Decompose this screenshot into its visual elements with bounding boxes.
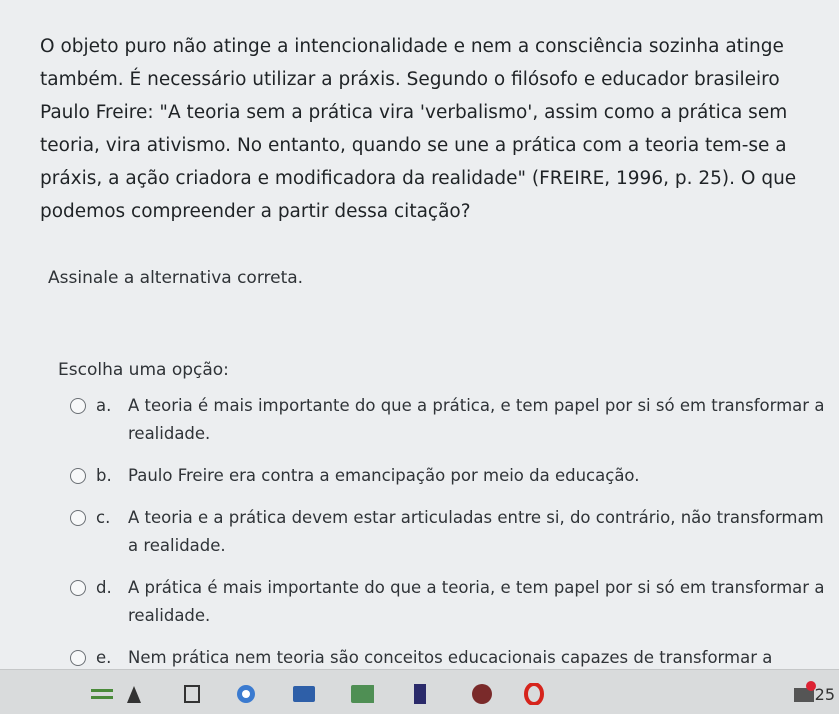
option-c-letter: c. [96,508,111,527]
option-c[interactable]: c. A teoria e a prática devem estar arti… [70,504,830,560]
radio-b[interactable] [70,468,86,484]
option-d-letter: d. [96,578,112,597]
taskbar-clock: 25 [814,685,835,704]
browser-icon[interactable] [180,682,204,706]
radio-a[interactable] [70,398,86,414]
choose-label: Escolha uma opção: [58,360,229,380]
option-d-text: A prática é mais importante do que a teo… [128,578,825,625]
clock-icon[interactable] [122,682,146,706]
question-text: O objeto puro não atinge a intencionalid… [40,36,797,222]
option-e-letter: e. [96,648,112,667]
instruction-text: Assinale a alternativa correta. [48,268,304,288]
tv-icon[interactable] [350,682,374,706]
option-d[interactable]: d. A prática é mais importante do que a … [70,574,830,630]
option-a[interactable]: a. A teoria é mais importante do que a p… [70,392,830,448]
notification-icon[interactable] [792,680,816,704]
option-b[interactable]: b. Paulo Freire era contra a emancipação… [70,462,830,490]
app-icon[interactable] [292,682,316,706]
security-icon[interactable] [408,682,432,706]
weather-icon[interactable] [522,682,546,706]
option-a-letter: a. [96,396,112,415]
radio-e[interactable] [70,650,86,666]
option-b-text: Paulo Freire era contra a emancipação po… [128,466,640,485]
radio-d[interactable] [70,580,86,596]
radio-c[interactable] [70,510,86,526]
option-c-text: A teoria e a prática devem estar articul… [128,508,824,555]
option-b-letter: b. [96,466,112,485]
option-a-text: A teoria é mais importante do que a prát… [128,396,825,443]
menu-icon[interactable] [90,682,114,706]
options-list: a. A teoria é mais importante do que a p… [70,392,830,714]
opera-icon[interactable] [470,682,494,706]
folder-icon[interactable] [234,682,258,706]
taskbar: 25 [0,669,839,714]
